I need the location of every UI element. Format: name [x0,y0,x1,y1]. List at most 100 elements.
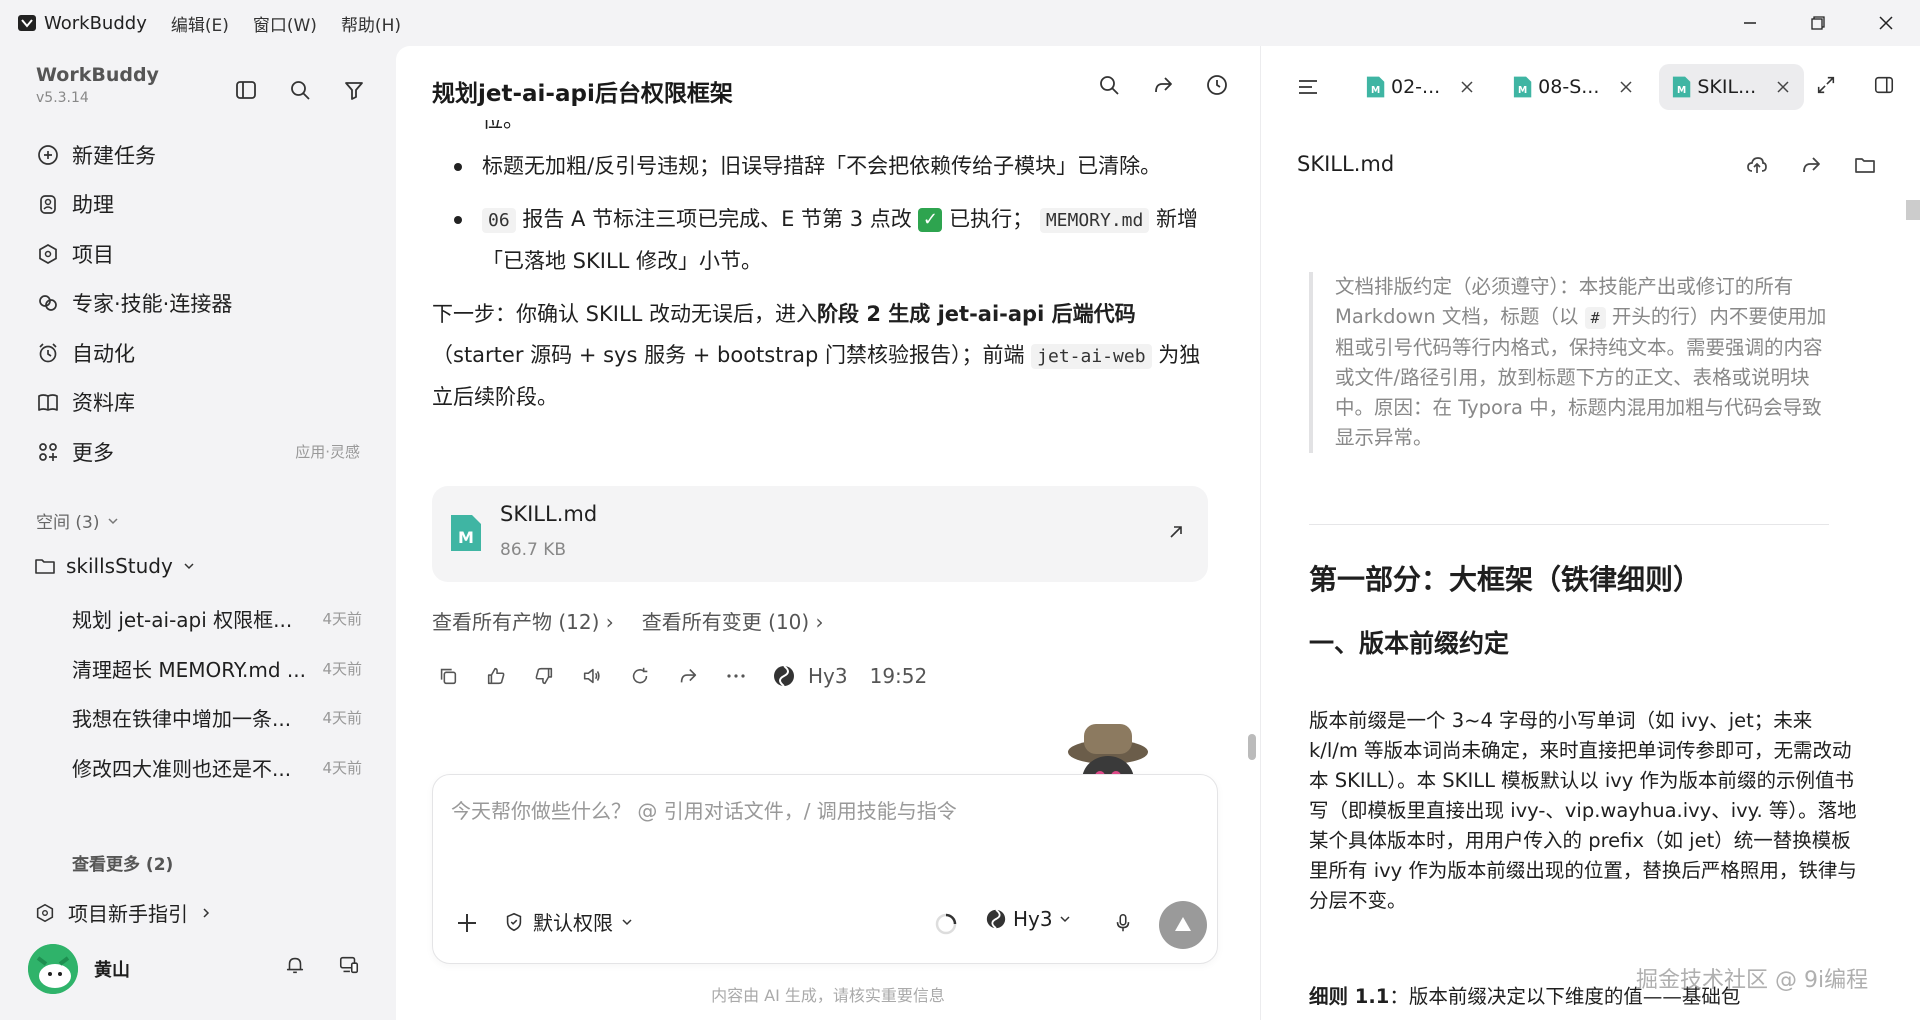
task-title: 我想在铁律中增加一条... [72,707,292,732]
task-item[interactable]: 清理超长 MEMORY.md ... 4天前 [72,644,362,694]
microphone-icon[interactable] [1109,909,1137,937]
task-time: 4天前 [322,659,362,678]
refresh-icon[interactable] [624,660,656,692]
tab-file-skill[interactable]: M SKIL... [1659,64,1805,110]
tab-file-08[interactable]: M 08-S... [1500,64,1647,110]
menu-edit[interactable]: 编辑(E) [171,11,229,36]
share-icon[interactable] [1148,70,1178,100]
devices-icon[interactable] [334,950,364,980]
model-name: Hy3 [808,664,848,688]
expand-icon[interactable] [1811,70,1841,100]
tab-label: 08-S... [1538,76,1600,98]
bullet-text: 标题无加粗/反引号违规；旧误导措辞「不会把依赖传给子模块」已清除。 [482,154,1162,178]
task-item[interactable]: 规划 jet-ai-api 权限框... 4天前 [72,594,362,644]
task-item[interactable]: 修改四大准则也还是不... 4天前 [72,743,362,793]
svg-text:M: M [1371,85,1380,96]
nav-automation[interactable]: 自动化 [24,328,374,378]
nav-new-task[interactable]: 新建任务 [24,130,374,180]
nav-project[interactable]: 项目 [24,229,374,279]
loading-icon [933,911,959,937]
inline-code: MEMORY.md [1039,208,1150,233]
bullet-item: 标题无加粗/反引号违规；旧误导措辞「不会把依赖传给子模块」已清除。 [432,146,1212,187]
inline-code: # [1584,307,1606,329]
heading-1: 第一部分：大框架（铁律细则） [1309,563,1702,596]
history-icon[interactable] [1202,70,1232,100]
markdown-file-icon: M [1671,76,1691,98]
folder-icon[interactable] [1850,150,1880,180]
close-icon[interactable] [1617,78,1635,96]
nav-more-sub: 应用·灵感 [295,443,360,462]
permission-label: 默认权限 [533,911,613,935]
next-step-paragraph: 下一步：你确认 SKILL 改动无误后，进入阶段 2 生成 jet-ai-api… [432,294,1212,418]
user-profile[interactable]: 黄山 [28,944,130,994]
main-nav: 新建任务 助理 项目 专家·技能·连接器 自动化 资料库 更多 应用·灵感 [24,130,374,477]
minimize-button[interactable] [1716,0,1784,46]
nav-label: 专家·技能·连接器 [72,292,233,317]
rule-bold: 细则 1.1 [1309,985,1390,1008]
view-products-link[interactable]: 查看所有产物 (12) › [432,606,614,635]
task-item[interactable]: 我想在铁律中增加一条... 4天前 [72,693,362,743]
add-icon[interactable] [453,909,481,937]
ai-disclaimer: 内容由 AI 生成，请核实重要信息 [711,986,945,1005]
see-more-link[interactable]: 查看更多 (2) [72,850,173,875]
close-icon[interactable] [1774,78,1792,96]
share-icon[interactable] [672,660,704,692]
nav-label: 更多 [72,440,114,465]
space-header-label: 空间 (3) [36,513,100,533]
project-folder[interactable]: skillsStudy [34,554,195,578]
chat-input-placeholder[interactable]: 今天帮你做些什么？ @ 引用对话文件，/ 调用技能与指令 [451,795,957,824]
task-title: 修改四大准则也还是不... [72,756,292,781]
close-window-button[interactable] [1852,0,1920,46]
assistant-message: 位。 标题无加粗/反引号违规；旧误导措辞「不会把依赖传给子模块」已清除。 06 … [432,120,1212,418]
menu-help[interactable]: 帮助(H) [341,11,401,36]
speaker-icon[interactable] [576,660,608,692]
nav-library[interactable]: 资料库 [24,378,374,428]
heading-2: 一、版本前缀约定 [1309,629,1510,658]
restore-button[interactable] [1784,0,1852,46]
open-external-icon[interactable] [1164,520,1188,544]
menu-window[interactable]: 窗口(W) [253,11,317,36]
permission-select[interactable]: 默认权限 [503,907,633,936]
tab-file-02[interactable]: M 02-... [1353,64,1488,110]
close-icon[interactable] [1458,78,1476,96]
model-select[interactable]: Hy3 [985,907,1071,931]
nav-experts[interactable]: 专家·技能·连接器 [24,279,374,329]
filter-icon[interactable] [338,74,370,106]
upload-icon[interactable] [1742,150,1772,180]
search-icon[interactable] [1094,70,1124,100]
more-icon[interactable] [720,660,752,692]
file-preview-panel: M 02-... M 08-S... M SKIL... SKILL.md 文档… [1260,46,1920,1020]
next-text: 下一步：你确认 SKILL 改动无误后，进入 [432,302,818,326]
bullet-list: 标题无加粗/反引号违规；旧误导措辞「不会把依赖传给子模块」已清除。 06 报告 … [432,146,1212,282]
share-icon[interactable] [1796,150,1826,180]
view-changes-link[interactable]: 查看所有变更 (10) › [642,606,824,635]
task-time: 4天前 [322,709,362,728]
task-title: 清理超长 MEMORY.md ... [72,657,306,682]
nav-assistant[interactable]: 助理 [24,180,374,230]
toggle-sidebar-icon[interactable] [230,74,262,106]
chat-input-box[interactable]: 今天帮你做些什么？ @ 引用对话文件，/ 调用技能与指令 默认权限 Hy3 [432,774,1218,964]
bell-icon[interactable] [280,950,310,980]
app-logo-icon [16,12,38,34]
watermark: 掘金技术社区 @ 9i编程 [1636,968,1869,993]
tab-bar: M 02-... M 08-S... M SKIL... [1261,46,1920,128]
app-name: WorkBuddy [44,12,147,34]
toggle-panel-icon[interactable] [1869,70,1899,100]
search-icon[interactable] [284,74,316,106]
document-scrollbar[interactable] [1906,200,1920,220]
thumbs-up-icon[interactable] [480,660,512,692]
project-icon [34,902,56,924]
file-card[interactable]: M SKILL.md 86.7 KB [432,486,1208,582]
send-button[interactable] [1159,901,1207,949]
project-guide[interactable]: 项目新手指引 [34,898,212,927]
copy-icon[interactable] [432,660,464,692]
nav-more[interactable]: 更多 应用·灵感 [24,427,374,477]
file-name: SKILL.md [500,502,598,526]
inline-code: 06 [482,208,516,233]
chat-scrollbar[interactable] [1248,734,1256,760]
menu-icon[interactable] [1291,70,1325,104]
view-products-label: 查看所有产物 (12) [432,610,600,634]
space-header[interactable]: 空间 (3) [36,508,119,533]
thumbs-down-icon[interactable] [528,660,560,692]
next-bold: 阶段 2 生成 jet-ai-api 后端代码 [817,302,1136,326]
